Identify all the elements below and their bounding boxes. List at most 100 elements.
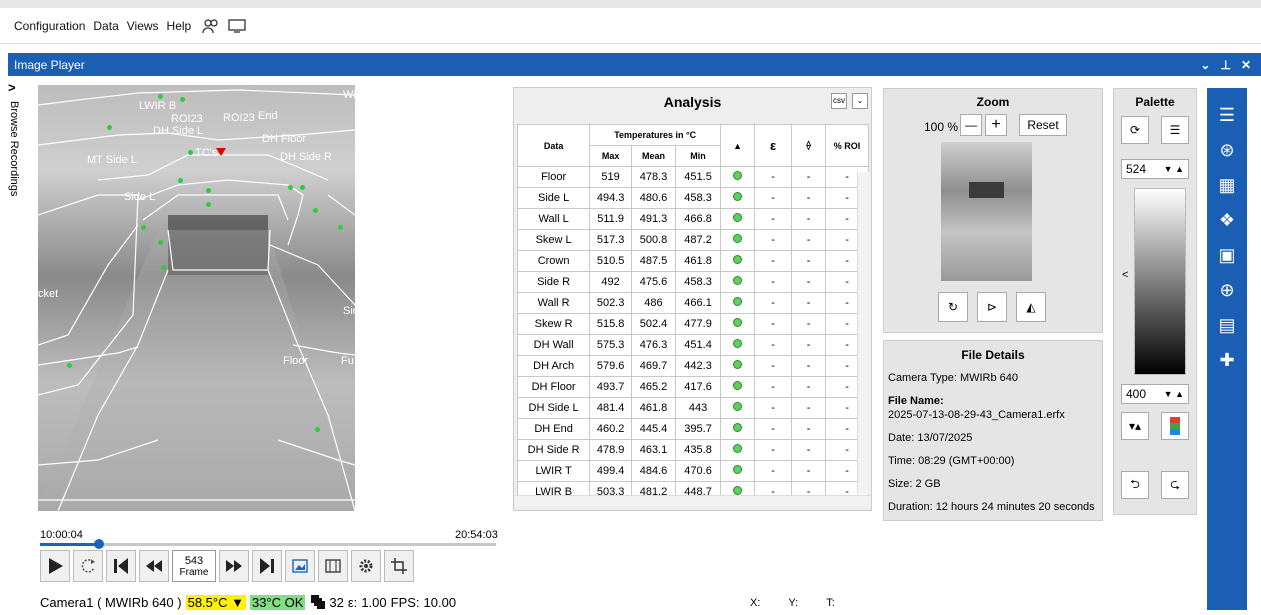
row-min: 487.2: [674, 229, 722, 251]
table-row[interactable]: Skew L 517.3 500.8 487.2- - -: [516, 229, 869, 251]
row-name: Wall R: [516, 292, 591, 314]
expand-arrow-icon[interactable]: >: [8, 80, 26, 95]
grid-icon[interactable]: ▦: [1207, 168, 1247, 203]
last-frame-button[interactable]: [252, 550, 282, 582]
table-row[interactable]: DH Side R 478.9 463.1 435.8- - -: [516, 439, 869, 461]
table-row[interactable]: Side R 492 475.6 458.3- - -: [516, 271, 869, 293]
table-row[interactable]: Skew R 515.8 502.4 477.9- - -: [516, 313, 869, 335]
settings-gear-icon[interactable]: [351, 550, 381, 582]
roi-marker: [206, 188, 211, 193]
compass-icon[interactable]: ⊛: [1207, 133, 1247, 168]
row-name: LWIR T: [516, 460, 591, 482]
status-ok-icon: [720, 397, 755, 419]
monitor-icon[interactable]: [227, 16, 247, 36]
seek-bar[interactable]: [40, 543, 496, 546]
frame-value[interactable]: 543: [185, 555, 203, 567]
table-row[interactable]: DH Floor 493.7 465.2 417.6- - -: [516, 376, 869, 398]
palette-load-icon[interactable]: ⮌: [1121, 471, 1149, 499]
zoom-minus-button[interactable]: —: [960, 114, 982, 136]
add-marker-icon[interactable]: ✚: [1207, 343, 1247, 378]
table-row[interactable]: DH Wall 575.3 476.3 451.4- - -: [516, 334, 869, 356]
table-row[interactable]: DH Side L 481.4 461.8 443- - -: [516, 397, 869, 419]
crop-icon[interactable]: [384, 550, 414, 582]
analysis-table: Data Temperatures in °C ▲ ε ⟠ % ROI Max …: [516, 124, 869, 503]
zoom-reset-button[interactable]: Reset: [1019, 114, 1067, 136]
menu-views[interactable]: Views: [123, 19, 163, 33]
palette-list-icon[interactable]: ☰: [1161, 116, 1189, 144]
palette-gradient[interactable]: [1134, 188, 1186, 375]
col-roi: % ROI: [825, 124, 869, 167]
frame-counter[interactable]: 543 Frame: [172, 550, 216, 582]
export-csv-icon[interactable]: csv: [831, 93, 847, 109]
seek-handle[interactable]: [94, 539, 105, 549]
palette-paint-icon[interactable]: ❖: [1207, 203, 1247, 238]
row-min: 417.6: [674, 376, 722, 398]
users-icon[interactable]: [201, 16, 221, 36]
menu-configuration[interactable]: Configuration: [10, 19, 89, 33]
row-mean: 487.5: [630, 250, 676, 272]
fast-forward-button[interactable]: [219, 550, 249, 582]
first-frame-button[interactable]: [106, 550, 136, 582]
roi-frame-icon[interactable]: ▣: [1207, 238, 1247, 273]
palette-invert-icon[interactable]: ▾▴: [1121, 412, 1149, 440]
browse-recordings-tab[interactable]: > Browse Recordings: [8, 80, 26, 210]
flip-horizontal-icon[interactable]: ⊳: [977, 292, 1007, 322]
rewind-button[interactable]: [139, 550, 169, 582]
row-dash: -: [753, 229, 793, 251]
roi-label: Floor: [283, 355, 309, 367]
palette-bottom-spinner[interactable]: 400 ▼ ▲: [1121, 384, 1189, 404]
zoom-preview[interactable]: [941, 142, 1032, 281]
spinner-arrows-icon[interactable]: ▼ ▲: [1164, 164, 1188, 174]
palette-collapse-icon[interactable]: <: [1122, 269, 1128, 281]
roi-label: Sid: [343, 305, 355, 317]
menu-icon[interactable]: ☰: [1207, 98, 1247, 133]
fps-label: FPS:: [390, 594, 420, 610]
table-vertical-scrollbar[interactable]: [857, 172, 869, 494]
table-row[interactable]: DH Arch 579.6 469.7 442.3- - -: [516, 355, 869, 377]
roi-marker: [315, 427, 320, 432]
palette-top-spinner[interactable]: 524 ▼ ▲: [1121, 159, 1189, 179]
table-horizontal-scrollbar[interactable]: [515, 495, 870, 507]
table-row[interactable]: Side L 494.3 480.6 458.3- - -: [516, 187, 869, 209]
rotate-image-icon[interactable]: ↻: [938, 292, 968, 322]
palette-color-icon[interactable]: [1161, 412, 1189, 440]
row-mean: 465.2: [630, 376, 676, 398]
palette-save-icon[interactable]: ⮎: [1161, 471, 1189, 499]
report-icon[interactable]: ▤: [1207, 308, 1247, 343]
film-button[interactable]: [318, 550, 348, 582]
table-row[interactable]: LWIR T 499.4 484.6 470.6- - -: [516, 460, 869, 482]
table-row[interactable]: DH End 460.2 445.4 395.7- - -: [516, 418, 869, 440]
spinner-arrows-icon[interactable]: ▼ ▲: [1164, 389, 1188, 399]
play-button[interactable]: [40, 550, 70, 582]
table-row[interactable]: Crown 510.5 487.5 461.8- - -: [516, 250, 869, 272]
mirror-icon[interactable]: ◭: [1016, 292, 1046, 322]
menu-data[interactable]: Data: [89, 19, 122, 33]
panel-pin-icon[interactable]: ⊥: [1220, 58, 1230, 72]
palette-cycle-icon[interactable]: ⟳: [1121, 116, 1149, 144]
row-max: 460.2: [589, 418, 632, 440]
row-mean: 475.6: [630, 271, 676, 293]
panel-dropdown-icon[interactable]: ⌄: [1200, 58, 1210, 72]
row-name: DH Side L: [516, 397, 591, 419]
zoom-plus-button[interactable]: +: [985, 114, 1007, 136]
thermal-image[interactable]: LWIR B ROI23 DH Side L ROI23 End DH Floo…: [38, 85, 355, 511]
coord-t: T:: [826, 597, 835, 609]
roi-marker: [161, 265, 166, 270]
file-details-panel: File Details Camera Type: MWIRb 640 File…: [883, 340, 1103, 521]
roi-label: DH Side L: [153, 125, 204, 137]
analysis-dropdown-icon[interactable]: ⌄: [852, 93, 868, 109]
menu-help[interactable]: Help: [163, 19, 196, 33]
table-row[interactable]: Wall L 511.9 491.3 466.8- - -: [516, 208, 869, 230]
zoom-in-icon[interactable]: ⊕: [1207, 273, 1247, 308]
row-min: 435.8: [674, 439, 722, 461]
palette-top-value[interactable]: 524: [1122, 162, 1146, 176]
snapshot-button[interactable]: [285, 550, 315, 582]
loop-button[interactable]: [73, 550, 103, 582]
palette-bottom-value[interactable]: 400: [1122, 387, 1146, 401]
status-ok-icon: [720, 187, 755, 209]
warning-col-icon: ▲: [720, 124, 755, 167]
panel-close-icon[interactable]: ✕: [1241, 58, 1251, 72]
table-row[interactable]: Wall R 502.3 486 466.1- - -: [516, 292, 869, 314]
table-row[interactable]: Floor 519 478.3 451.5- - -: [516, 166, 869, 188]
row-dash: -: [791, 292, 827, 314]
